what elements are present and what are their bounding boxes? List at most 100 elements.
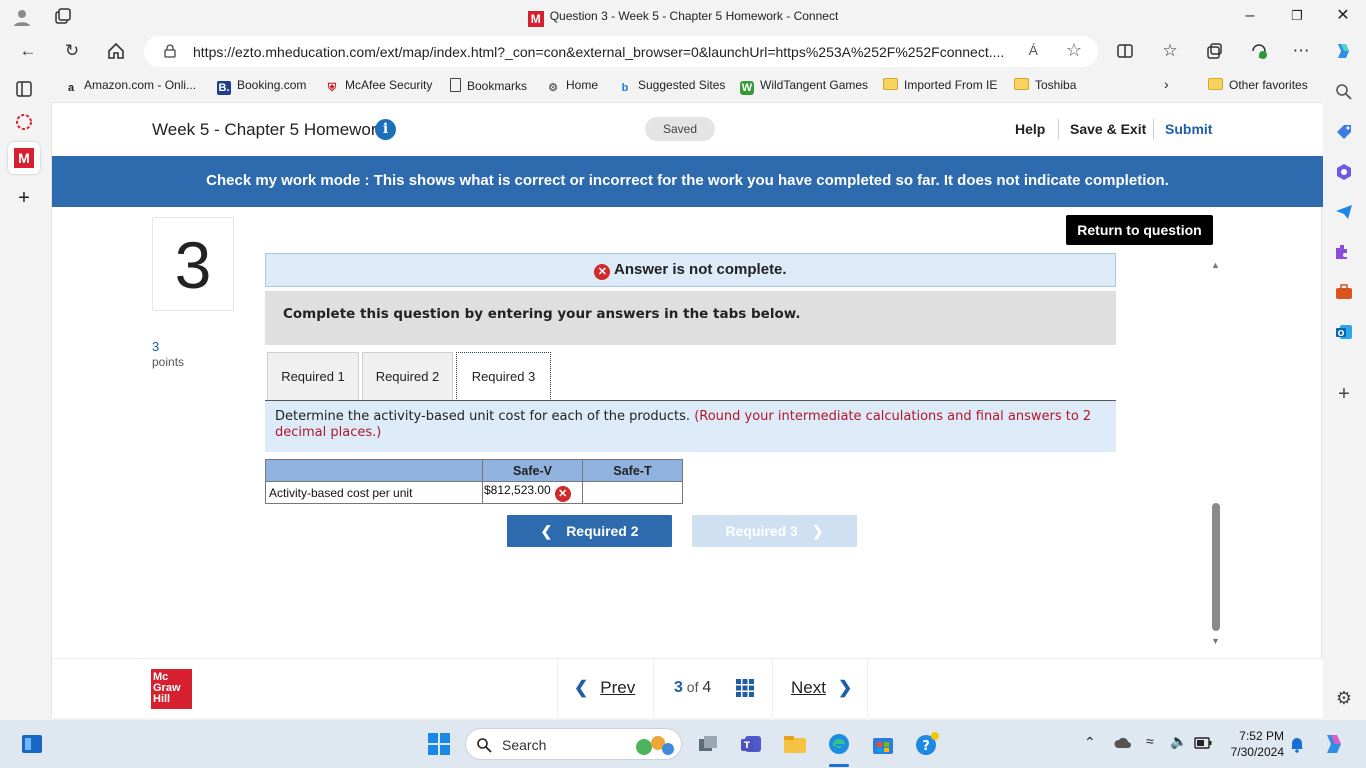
favorite-bookmarks[interactable]: Bookmarks <box>450 78 527 93</box>
games-puzzle-icon[interactable] <box>1334 242 1354 262</box>
favorite-home[interactable]: ⚙ Home <box>546 78 598 95</box>
bing-icon: b <box>621 82 629 94</box>
favorite-imported-from-ie[interactable]: Imported From IE <box>883 78 997 92</box>
close-window-button[interactable]: ✕ <box>1333 6 1353 26</box>
submit-link[interactable]: Submit <box>1165 121 1212 137</box>
safe-v-answer-cell[interactable]: $812,523.00 ✕ <box>482 481 583 504</box>
browser-essentials-icon[interactable] <box>1249 41 1269 61</box>
tab-required-1[interactable]: Required 1 <box>267 352 359 400</box>
lock-icon[interactable] <box>163 44 177 58</box>
refresh-icon[interactable]: ↻ <box>62 41 82 61</box>
chevron-up-icon[interactable]: ⌃ <box>1084 734 1096 751</box>
tab-required-3[interactable]: Required 3 <box>456 352 551 401</box>
search-icon[interactable] <box>1334 82 1354 102</box>
question-content: ✕ Answer is not complete. Complete this … <box>265 253 1117 663</box>
taskbar-search-box[interactable]: Search <box>465 728 682 760</box>
minimize-button[interactable]: – <box>1240 6 1260 26</box>
teams-icon[interactable]: T <box>740 732 764 756</box>
points-value: 3 <box>152 339 160 354</box>
question-grid-icon[interactable] <box>736 679 754 697</box>
header-safe-v: Safe-V <box>482 459 583 482</box>
copilot-icon[interactable] <box>1333 41 1353 61</box>
restore-button[interactable]: ❐ <box>1287 6 1307 26</box>
favorite-toshiba[interactable]: Toshiba <box>1014 78 1076 92</box>
tab-required-2[interactable]: Required 2 <box>362 352 453 400</box>
vertical-tabs-sidebar: M + <box>0 70 48 720</box>
error-x-icon: ✕ <box>594 264 611 280</box>
scroll-down-arrow-icon[interactable]: ▼ <box>1211 636 1220 646</box>
favorites-overflow-chevron-icon[interactable]: › <box>1164 76 1169 92</box>
windows-start-icon[interactable] <box>427 732 451 756</box>
home-icon[interactable] <box>106 41 126 61</box>
active-tab-mcgraw-hill[interactable]: M <box>8 142 40 174</box>
copilot-app-icon[interactable] <box>1334 162 1354 182</box>
shopping-tag-icon[interactable] <box>1334 122 1354 142</box>
header-divider <box>1058 119 1059 139</box>
wifi-icon[interactable]: ≈ <box>1146 733 1154 749</box>
table-row: Activity-based cost per unit $812,523.00… <box>265 481 683 504</box>
notification-bell-icon[interactable] <box>1289 735 1305 753</box>
get-help-icon[interactable]: ? <box>915 732 939 756</box>
scroll-up-arrow-icon[interactable]: ▲ <box>1211 260 1220 270</box>
home-fav-icon: ⚙ <box>548 82 558 94</box>
scrollbar-thumb[interactable] <box>1212 503 1220 631</box>
edge-browser-icon[interactable] <box>827 732 851 756</box>
address-bar[interactable]: https://ezto.mheducation.com/ext/map/ind… <box>144 36 1098 67</box>
volume-icon[interactable]: 🔈 <box>1170 733 1187 750</box>
save-exit-link[interactable]: Save & Exit <box>1070 121 1146 137</box>
onedrive-cloud-icon[interactable] <box>1114 736 1132 750</box>
previous-requirement-button[interactable]: ❮ Required 2 <box>507 515 672 547</box>
tools-briefcase-icon[interactable] <box>1334 282 1354 302</box>
more-menu-icon[interactable]: ⋯ <box>1291 41 1311 61</box>
settings-gear-icon[interactable]: ⚙ <box>1334 688 1354 708</box>
of-label: of <box>686 679 699 695</box>
safe-v-answer-value[interactable]: $812,523.00 <box>484 483 551 497</box>
tab-list-icon[interactable] <box>14 79 34 99</box>
favorite-star-icon[interactable]: ☆ <box>1066 40 1082 61</box>
url-text[interactable]: https://ezto.mheducation.com/ext/map/ind… <box>193 44 1005 60</box>
question-position: 3 of 4 <box>674 679 711 697</box>
microsoft-store-icon[interactable] <box>871 732 895 756</box>
read-aloud-icon[interactable]: Á <box>1029 42 1038 58</box>
favorite-suggested-sites[interactable]: b Suggested Sites <box>618 78 726 95</box>
favorite-booking[interactable]: B. Booking.com <box>217 78 306 95</box>
favorites-icon[interactable]: ☆ <box>1160 41 1180 61</box>
requirement-text: Determine the activity-based unit cost f… <box>275 409 691 424</box>
clock-time: 7:52 PM <box>1239 729 1284 743</box>
task-view-icon[interactable] <box>696 732 720 756</box>
favorite-wildtangent[interactable]: W WildTangent Games <box>740 78 868 95</box>
header-safe-t: Safe-T <box>582 459 683 482</box>
telegram-send-icon[interactable] <box>1334 202 1354 222</box>
back-arrow-icon[interactable]: ← <box>18 41 38 61</box>
widgets-icon[interactable] <box>20 732 44 756</box>
add-sidebar-app-icon[interactable]: + <box>1334 384 1354 404</box>
window-title: M Question 3 - Week 5 - Chapter 5 Homewor… <box>0 9 1366 27</box>
clock-date: 7/30/2024 <box>1230 745 1284 759</box>
prev-question-link[interactable]: ❮ Prev <box>574 678 635 698</box>
search-icon <box>477 738 492 753</box>
answer-status-text: Answer is not complete. <box>614 261 787 278</box>
new-tab-plus-icon[interactable]: + <box>14 188 34 208</box>
favorite-label: Booking.com <box>237 78 307 92</box>
connect-page: Week 5 - Chapter 5 Homework i Saved Help… <box>51 102 1323 718</box>
copilot-taskbar-icon[interactable] <box>1322 732 1346 756</box>
loading-tab-icon[interactable] <box>14 112 34 132</box>
next-question-link[interactable]: Next ❯ <box>791 678 852 698</box>
collections-icon[interactable] <box>1204 41 1224 61</box>
footer: Mc Graw Hill ❮ Prev 3 of 4 Next ❯ <box>52 658 1323 718</box>
help-link[interactable]: Help <box>1015 121 1045 137</box>
content-scrollbar[interactable]: ▲ ▼ <box>1210 260 1222 646</box>
other-favorites[interactable]: Other favorites <box>1208 78 1308 92</box>
battery-icon[interactable] <box>1194 737 1212 749</box>
search-placeholder: Search <box>502 737 547 753</box>
system-clock[interactable]: 7:52 PM 7/30/2024 <box>1220 728 1284 760</box>
return-to-question-button[interactable]: Return to question <box>1066 215 1213 245</box>
split-screen-icon[interactable] <box>1115 41 1135 61</box>
info-icon[interactable]: i <box>375 119 396 140</box>
favorite-amazon[interactable]: a Amazon.com - Onli... <box>64 78 196 95</box>
outlook-icon[interactable]: O <box>1334 322 1354 342</box>
favorite-label: Suggested Sites <box>638 78 726 92</box>
favorite-mcafee[interactable]: ⛨ McAfee Security <box>325 78 433 95</box>
safe-t-answer-input[interactable] <box>582 481 683 504</box>
file-explorer-icon[interactable] <box>783 732 807 756</box>
